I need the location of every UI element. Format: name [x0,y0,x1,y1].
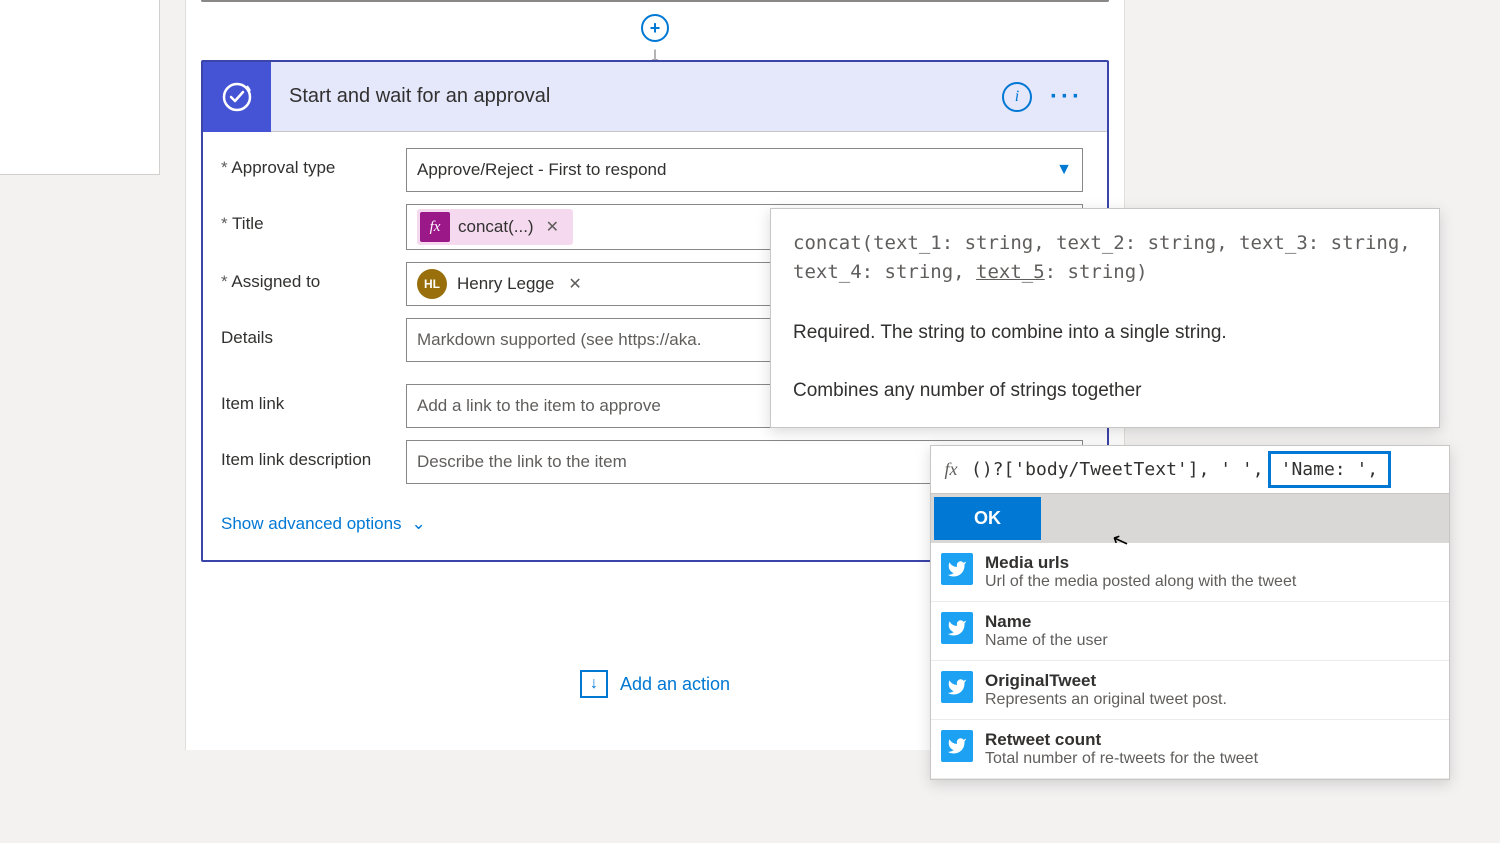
label-assigned-to: Assigned to [221,262,406,292]
insert-step-button[interactable]: + [641,14,669,42]
dynamic-content-list: Media urls Url of the media posted along… [931,543,1449,779]
tooltip-desc1: Required. The string to combine into a s… [793,318,1417,348]
twitter-icon [941,671,973,703]
item-link-desc-placeholder: Describe the link to the item [417,452,627,472]
ok-button[interactable]: OK [934,497,1041,540]
dynamic-item-originaltweet[interactable]: OriginalTweet Represents an original twe… [931,661,1449,720]
item-link-placeholder: Add a link to the item to approve [417,396,661,416]
sig-line1: concat(text_1: string, text_2: string, t… [793,232,1411,254]
twitter-icon [941,730,973,762]
adv-toggle-label: Show advanced options [221,514,402,534]
expr-highlighted: 'Name: ', [1268,451,1392,488]
item-text: Name Name of the user [985,612,1108,650]
item-text: Retweet count Total number of re-tweets … [985,730,1258,768]
item-title: Media urls [985,553,1296,573]
card-header: Start and wait for an approval i ··· [203,62,1107,132]
approval-icon [203,62,271,132]
approval-type-select[interactable]: Approve/Reject - First to respond ▼ [406,148,1083,192]
fx-icon: fx [420,212,450,242]
person-name: Henry Legge [457,274,554,294]
card-title: Start and wait for an approval [271,85,1002,108]
sig-line2-pre: text_4: string, [793,261,976,283]
function-tooltip: concat(text_1: string, text_2: string, t… [770,208,1440,428]
add-action-icon: ↓ [580,670,608,698]
chevron-down-icon: ⌄ [412,514,426,534]
expression-token[interactable]: fx concat(...) ✕ [417,209,573,245]
remove-token-button[interactable]: ✕ [542,217,563,237]
item-sub: Url of the media posted along with the t… [985,573,1296,591]
item-sub: Represents an original tweet post. [985,691,1227,709]
expr-left: ()?['body/TweetText'], ' ', [971,459,1264,480]
dynamic-item-name[interactable]: Name Name of the user [931,602,1449,661]
show-advanced-toggle[interactable]: Show advanced options ⌄ [221,514,426,534]
label-details: Details [221,318,406,348]
card-actions: i ··· [1002,82,1107,112]
add-action-label: Add an action [620,674,730,695]
token-label: concat(...) [458,217,534,237]
dynamic-item-media-urls[interactable]: Media urls Url of the media posted along… [931,543,1449,602]
details-placeholder: Markdown supported (see https://aka. [417,330,701,350]
twitter-icon [941,553,973,585]
expression-input[interactable]: ()?['body/TweetText'], ' ', 'Name: ', [971,451,1449,488]
label-item-link: Item link [221,384,406,414]
expression-panel: fx ()?['body/TweetText'], ' ', 'Name: ',… [930,445,1450,780]
approval-type-value: Approve/Reject - First to respond [417,160,666,180]
fx-label: fx [931,459,971,480]
tooltip-description: Required. The string to combine into a s… [793,318,1417,407]
left-panel-edge [0,0,160,175]
label-approval-type: Approval type [221,148,406,178]
item-text: OriginalTweet Represents an original twe… [985,671,1227,709]
item-text: Media urls Url of the media posted along… [985,553,1296,591]
item-title: OriginalTweet [985,671,1227,691]
remove-person-button[interactable]: ✕ [564,274,585,294]
expression-input-row: fx ()?['body/TweetText'], ' ', 'Name: ', [931,446,1449,494]
card-menu-button[interactable]: ··· [1050,83,1083,111]
row-approval-type: Approval type Approve/Reject - First to … [221,148,1083,192]
tooltip-desc2: Combines any number of strings together [793,376,1417,406]
item-sub: Total number of re-tweets for the tweet [985,750,1258,768]
chevron-down-icon: ▼ [1056,161,1072,179]
ok-row: OK [931,494,1449,543]
avatar: HL [417,269,447,299]
sig-current-param: text_5 [976,261,1045,283]
label-title: Title [221,204,406,234]
info-icon[interactable]: i [1002,82,1032,112]
previous-card-bottom [201,0,1109,2]
item-title: Retweet count [985,730,1258,750]
tooltip-signature: concat(text_1: string, text_2: string, t… [793,229,1417,288]
label-item-link-desc: Item link description [221,440,406,470]
dynamic-item-retweet-count[interactable]: Retweet count Total number of re-tweets … [931,720,1449,779]
sig-line2-suf: : string) [1045,261,1148,283]
twitter-icon [941,612,973,644]
item-sub: Name of the user [985,632,1108,650]
person-token[interactable]: HL Henry Legge ✕ [417,269,586,299]
item-title: Name [985,612,1108,632]
